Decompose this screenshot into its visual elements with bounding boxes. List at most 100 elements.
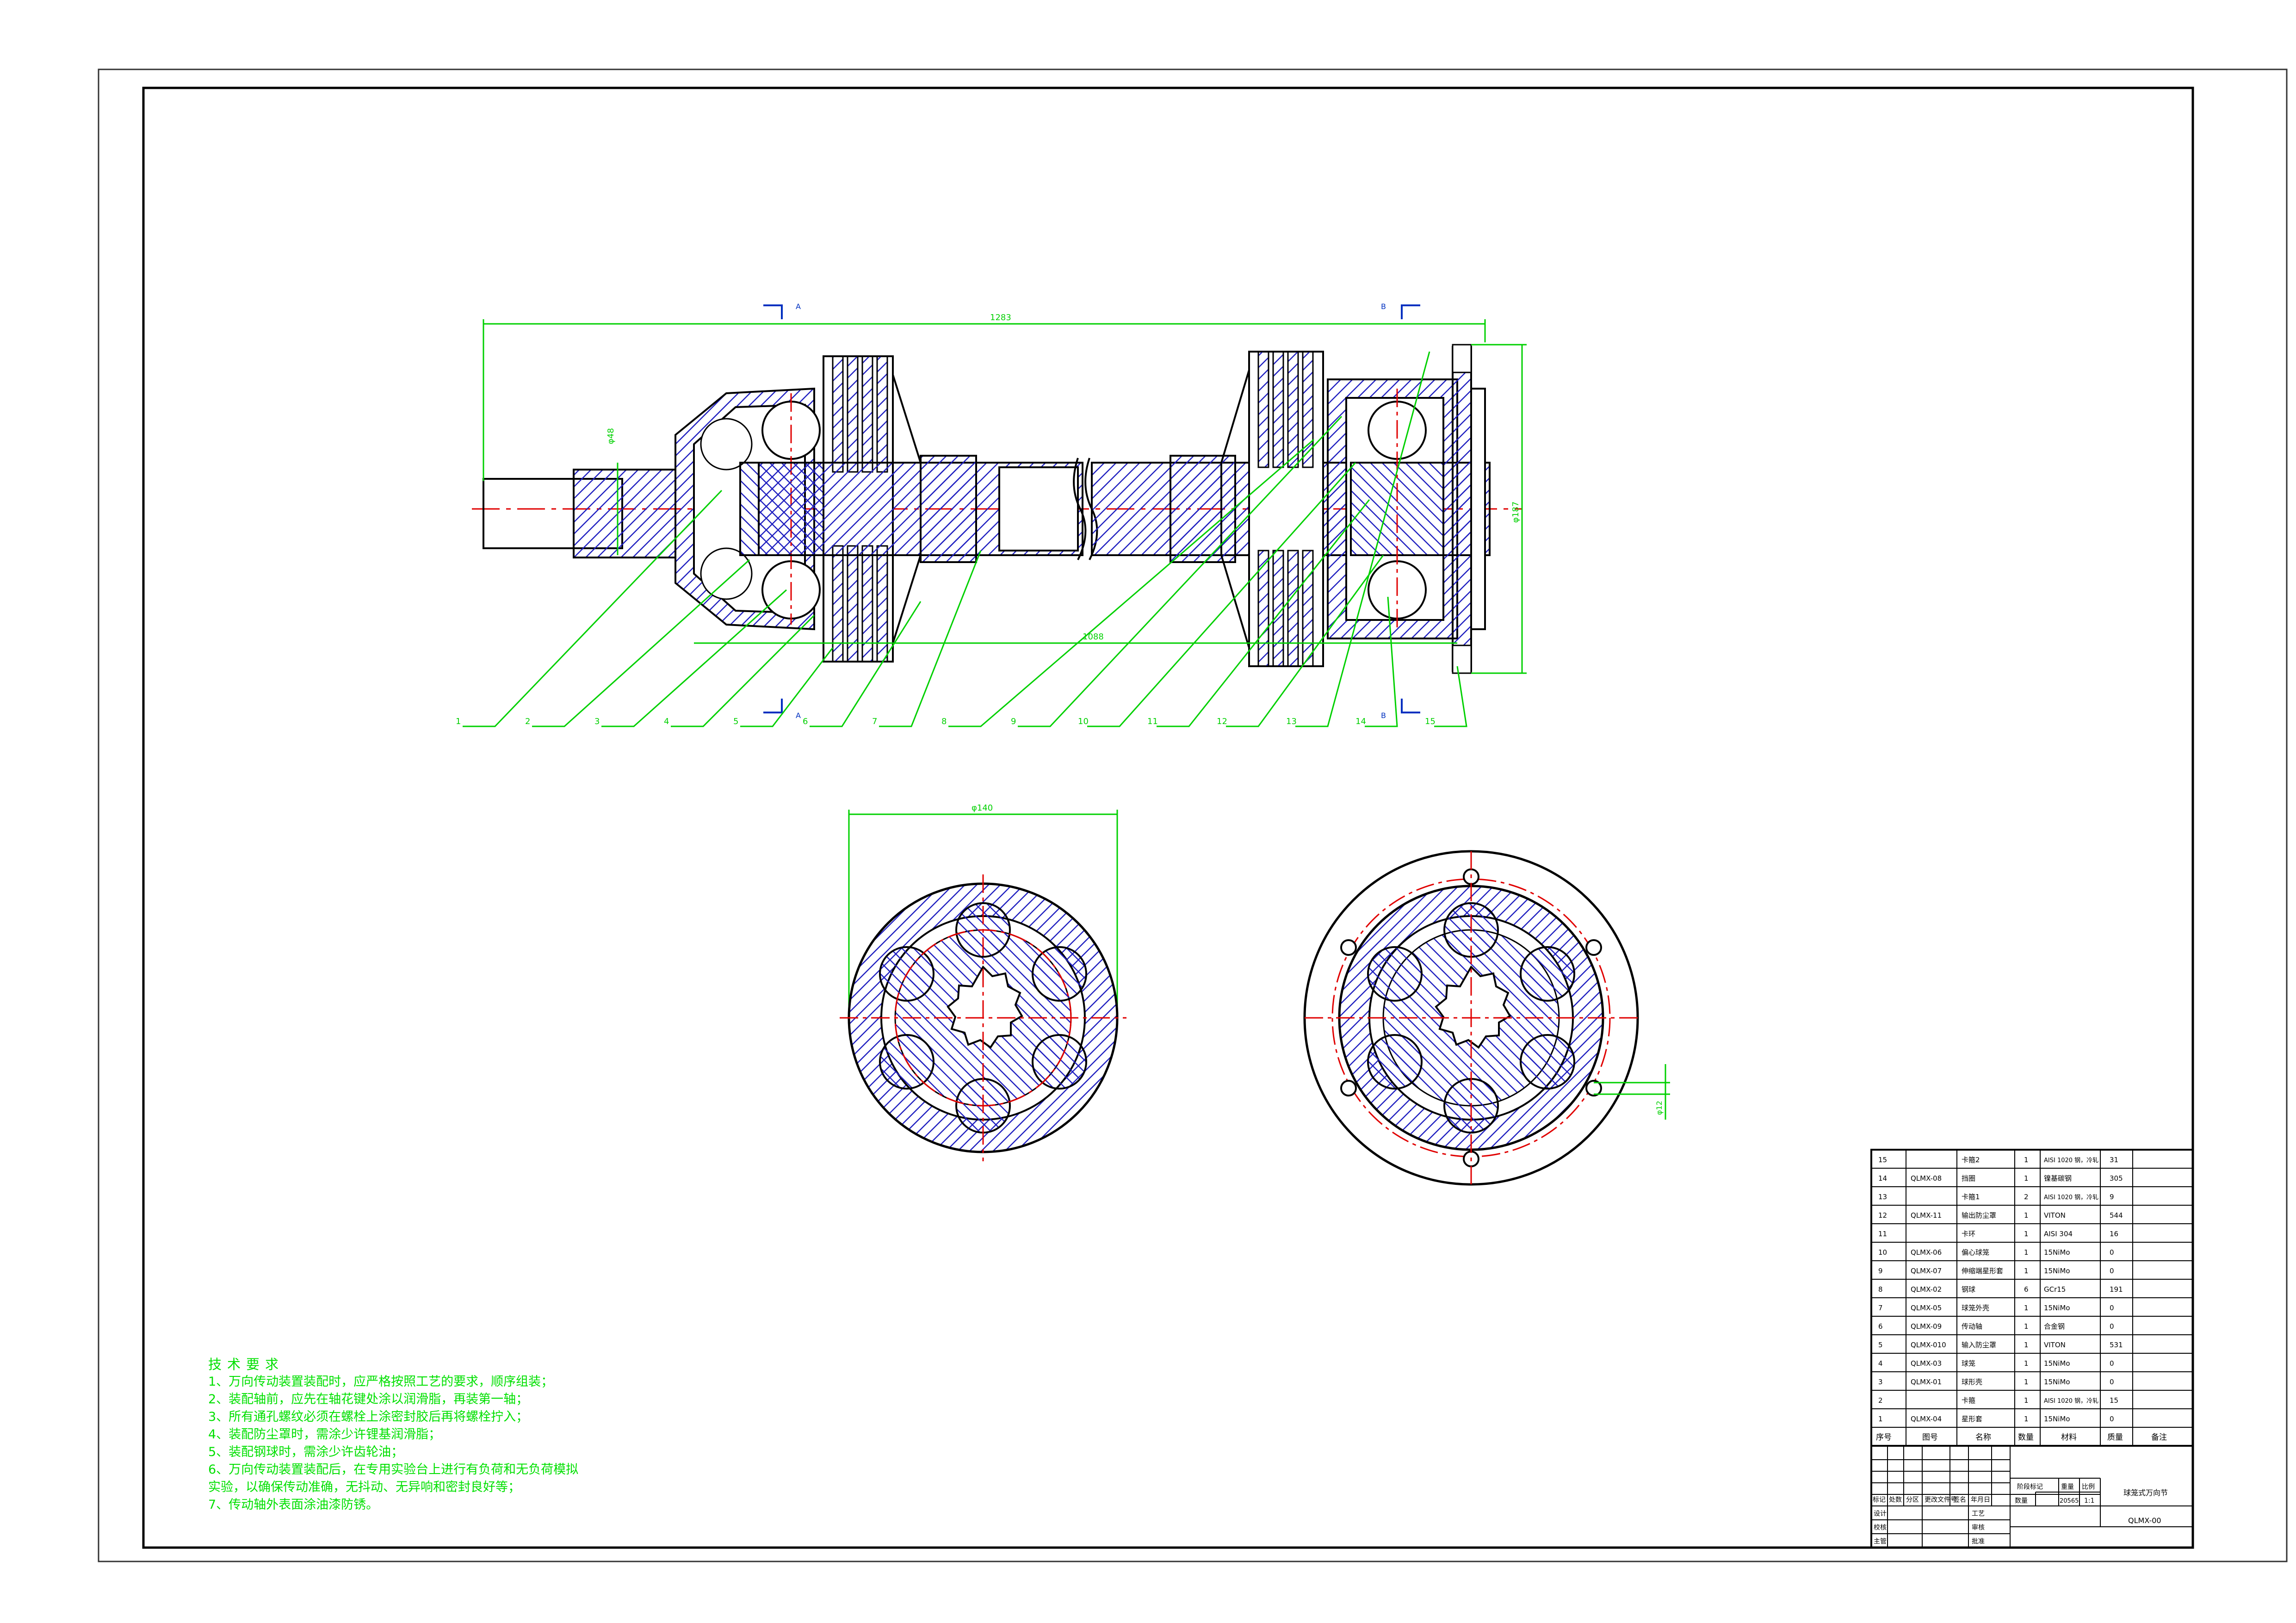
- bom-cell: AISI 304: [2044, 1230, 2073, 1238]
- role-label: 审核: [1972, 1524, 1985, 1531]
- bom-cell: AISI 1020 钢，冷轧: [2044, 1398, 2098, 1405]
- section-mark-b-top: B: [1381, 302, 1386, 311]
- bom-header-cell: 图号: [1922, 1433, 1938, 1442]
- bom-cell: 伸缩端星形套: [1962, 1267, 2003, 1275]
- bom-cell: 13: [1878, 1193, 1887, 1201]
- technical-note-line: 5、装配钢球时，需涂少许齿轮油；: [208, 1445, 404, 1459]
- bom-cell: 1: [2024, 1211, 2029, 1220]
- bom-cell: 6: [2024, 1285, 2029, 1294]
- role-label: 工艺: [1972, 1510, 1985, 1518]
- bom-cell: 2: [2024, 1193, 2029, 1201]
- balloon-8: 8: [941, 717, 947, 726]
- bom-cell: QLMX-03: [1911, 1359, 1942, 1368]
- bom-cell: 1: [2024, 1174, 2029, 1183]
- bom-cell: 1: [2024, 1415, 2029, 1423]
- bom-row: 5 QLMX-010 输入防尘罩 1 VITON 531: [1878, 1341, 2123, 1349]
- balloon-5: 5: [733, 717, 738, 726]
- bom-cell: 15NiMo: [2044, 1359, 2070, 1368]
- bom-cell: 0: [2110, 1267, 2114, 1275]
- bom-header-cell: 材料: [2061, 1433, 2077, 1442]
- section-a-view: φ140: [840, 803, 1126, 1161]
- bom-cell: 9: [1878, 1267, 1883, 1275]
- bom-cell: 1: [1878, 1415, 1883, 1423]
- bom-cell: 31: [2110, 1156, 2118, 1164]
- bom-cell: QLMX-010: [1911, 1341, 1946, 1349]
- bom-cell: QLMX-08: [1911, 1174, 1942, 1183]
- bom-cell: 1: [2024, 1322, 2029, 1331]
- technical-note-line: 3、所有通孔螺纹必须在螺栓上涂密封胶后再将螺栓拧入；: [208, 1410, 529, 1424]
- bom-row: 13 卡箍1 2 AISI 1020 钢，冷轧 9: [1878, 1193, 2114, 1201]
- bom-cell: 卡箍1: [1962, 1193, 1980, 1201]
- rev-header: 更改文件号: [1925, 1496, 1957, 1504]
- bom-cell: 0: [2110, 1248, 2114, 1257]
- bom-cell: QLMX-11: [1911, 1211, 1942, 1220]
- section-mark-b-bottom: B: [1381, 711, 1386, 720]
- bom-cell: 0: [2110, 1378, 2114, 1386]
- section-mark-a-bottom: A: [796, 711, 801, 720]
- bom-cell: 15NiMo: [2044, 1378, 2070, 1386]
- balloon-11: 11: [1147, 717, 1158, 726]
- rev-header: 处数: [1889, 1496, 1902, 1504]
- bom-row: 2 卡箍 1 AISI 1020 钢，冷轧 15: [1878, 1396, 2118, 1405]
- scale-value: 1:1: [2084, 1497, 2095, 1505]
- weight-value: 20565: [2060, 1498, 2079, 1505]
- balloon-6: 6: [803, 717, 808, 726]
- bom-cell: 7: [1878, 1304, 1883, 1312]
- bom-cell: 偏心球笼: [1962, 1248, 1989, 1257]
- bom-cell: 球笼外壳: [1962, 1304, 1989, 1312]
- bom-cell: 1: [2024, 1156, 2029, 1164]
- bom-row: 10 QLMX-06 偏心球笼 1 15NiMo 0: [1878, 1248, 2114, 1257]
- balloon-7: 7: [872, 717, 877, 726]
- bom-cell: VITON: [2044, 1341, 2066, 1349]
- scale-label: 比例: [2082, 1483, 2095, 1491]
- outer-border: [98, 68, 2288, 1562]
- bom-cell: 15NiMo: [2044, 1267, 2070, 1275]
- bom-cell: 4: [1878, 1359, 1883, 1368]
- count-label: 数量: [2015, 1497, 2028, 1505]
- bom-cell: 15: [2110, 1396, 2118, 1405]
- rev-header: 分区: [1906, 1496, 1919, 1504]
- bom-cell: 6: [1878, 1322, 1883, 1331]
- technical-note-line: 6、万向传动装置装配后，在专用实验台上进行有负荷和无负荷模拟: [208, 1462, 579, 1477]
- technical-notes-title: 技术要求: [208, 1357, 285, 1372]
- bom-cell: 1: [2024, 1267, 2029, 1275]
- bom-cell: 传动轴: [1962, 1322, 1982, 1331]
- bom-cell: 544: [2110, 1211, 2123, 1220]
- bom-cell: QLMX-07: [1911, 1267, 1942, 1275]
- bom-cell: 挡圈: [1962, 1174, 1975, 1183]
- rev-header: 签名: [1953, 1496, 1966, 1504]
- weight-label: 重量: [2061, 1483, 2074, 1491]
- technical-notes: 技术要求 1、万向传动装置装配时，应严格按照工艺的要求，顺序组装； 2、装配轴前…: [208, 1356, 948, 1514]
- bom-row: 12 QLMX-11 输出防尘罩 1 VITON 544: [1878, 1211, 2123, 1220]
- bom-cell: 钢球: [1962, 1285, 1975, 1294]
- balloon-10: 10: [1078, 717, 1089, 726]
- bom-cell: 输入防尘罩: [1962, 1341, 1996, 1349]
- bom-cell: 2: [1878, 1396, 1883, 1405]
- bom-row: 4 QLMX-03 球笼 1 15NiMo 0: [1878, 1359, 2114, 1368]
- technical-note-line: 2、装配轴前，应先在轴花键处涂以润滑脂，再装第一轴；: [208, 1392, 529, 1406]
- bom-header-cell: 质量: [2107, 1433, 2123, 1442]
- bom-cell: 星形套: [1962, 1415, 1982, 1423]
- balloon-14: 14: [1355, 717, 1366, 726]
- stage-mark-label: 阶段标记: [2017, 1483, 2043, 1491]
- balloon-3: 3: [594, 717, 600, 726]
- role-label: 批准: [1972, 1538, 1985, 1545]
- technical-note-line: 1、万向传动装置装配时，应严格按照工艺的要求，顺序组装；: [208, 1375, 554, 1389]
- bom-row: 9 QLMX-07 伸缩端星形套 1 15NiMo 0: [1878, 1267, 2114, 1275]
- drawing-number: QLMX-00: [2128, 1516, 2161, 1525]
- role-label: 校核: [1874, 1524, 1887, 1531]
- bom-cell: 0: [2110, 1359, 2114, 1368]
- section-b-view: φ12: [1303, 850, 1670, 1186]
- balloon-2: 2: [525, 717, 530, 726]
- bom-row: 3 QLMX-01 球形壳 1 15NiMo 0: [1878, 1378, 2114, 1386]
- balloon-9: 9: [1011, 717, 1016, 726]
- bom-cell: 1: [2024, 1230, 2029, 1238]
- bom-cell: 球形壳: [1962, 1378, 1982, 1386]
- dim-hole-diameter: φ12: [1655, 1101, 1664, 1115]
- bom-header-cell: 备注: [2151, 1433, 2167, 1442]
- bom-cell: 191: [2110, 1285, 2123, 1294]
- bom-cell: QLMX-04: [1911, 1415, 1942, 1423]
- balloon-4: 4: [664, 717, 669, 726]
- bom-cell: VITON: [2044, 1211, 2066, 1220]
- bom-table: 15 卡箍2 1 AISI 1020 钢，冷轧 31 14 QLMX-08 挡圈…: [1870, 1149, 2194, 1447]
